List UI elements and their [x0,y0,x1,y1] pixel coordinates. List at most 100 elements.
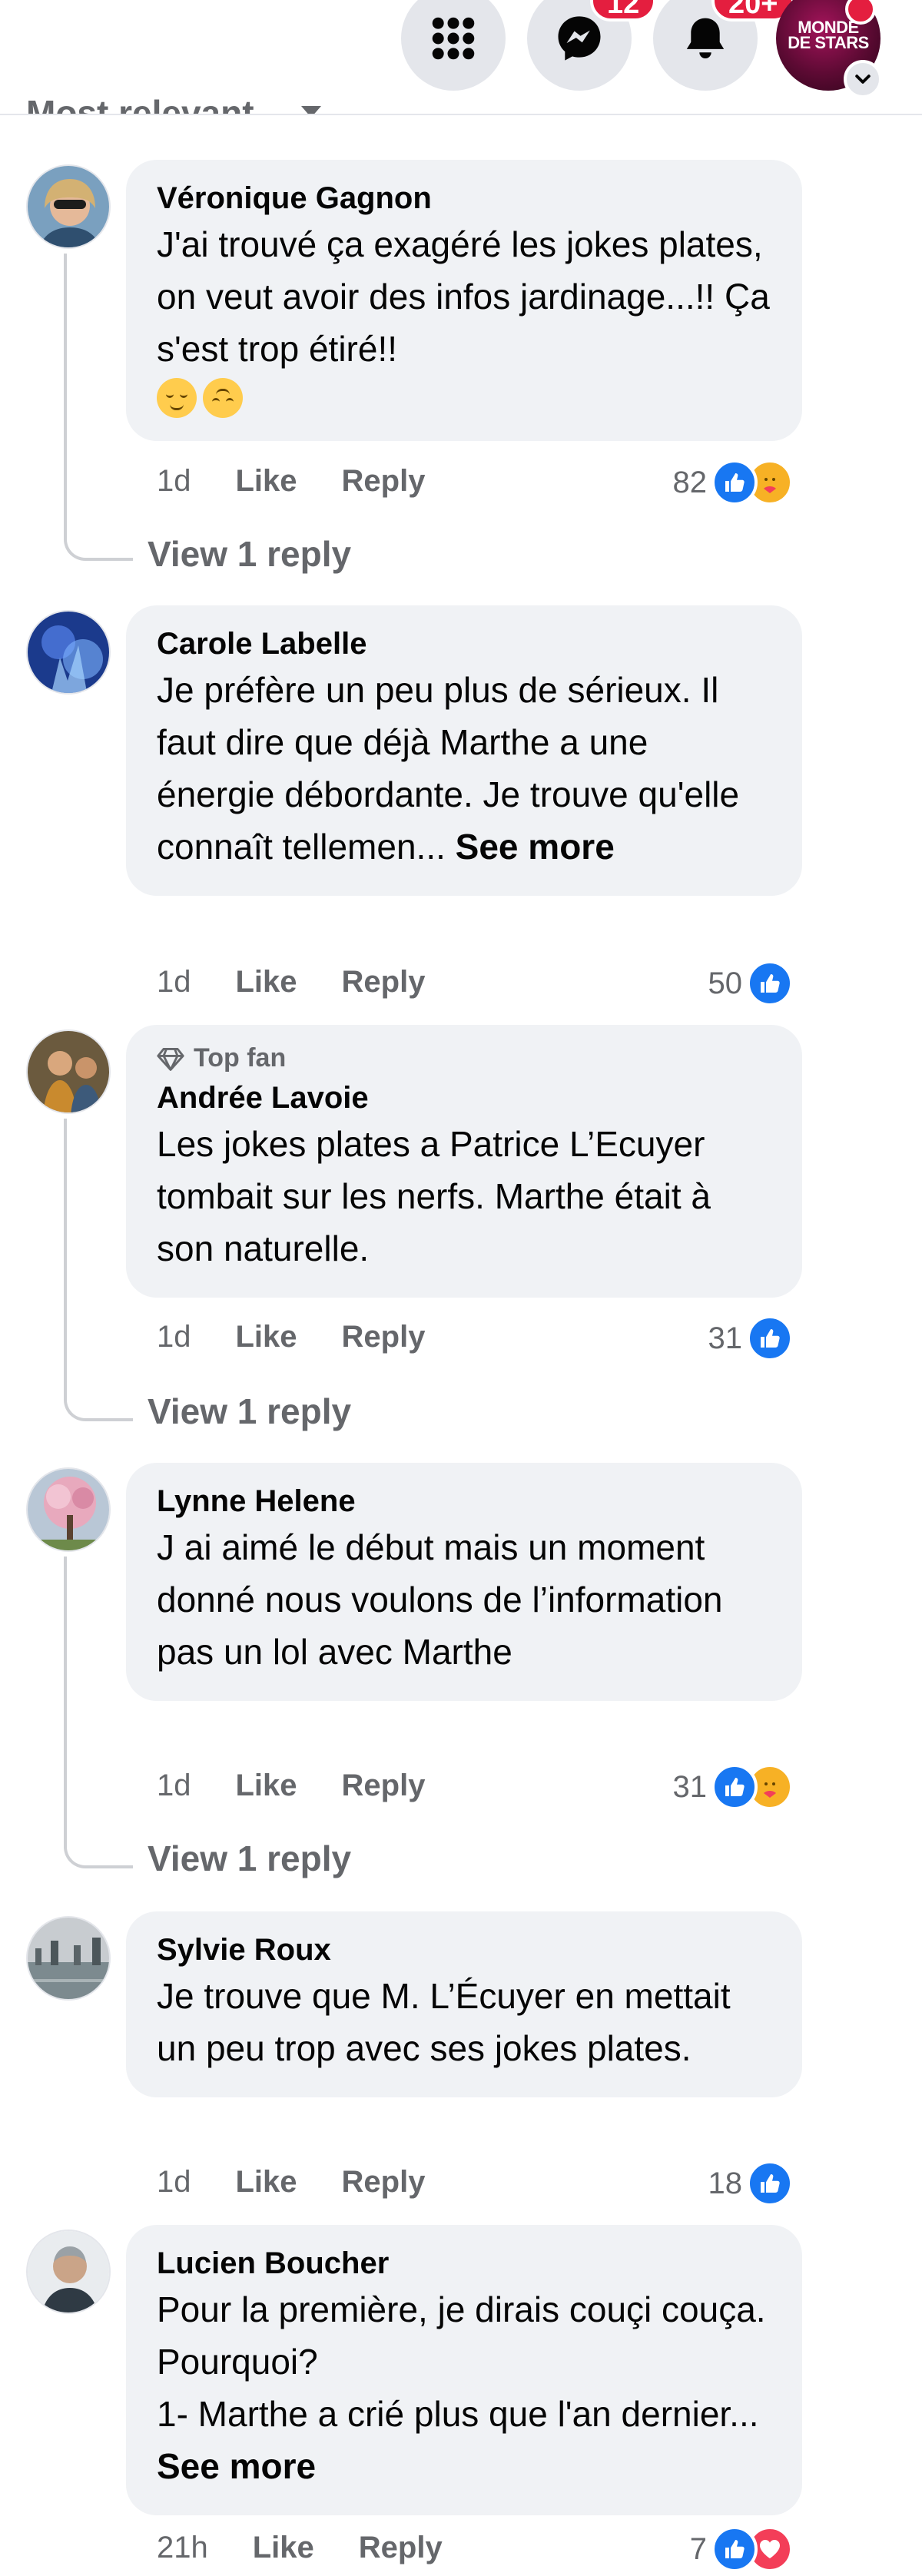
reaction-summary[interactable]: 50 [708,960,793,1006]
comment-bubble: Lucien Boucher Pour la première, je dira… [126,2225,802,2515]
comment-bubble: Sylvie Roux Je trouve que M. L’Écuyer en… [126,1911,802,2097]
like-reaction-icon [711,459,758,506]
comment-text-body: Pour la première, je dirais couçi couça.… [157,2289,766,2434]
reaction-count: 31 [672,1769,708,1804]
profile-logo-line2: DE STARS [788,33,869,52]
like-button[interactable]: Like [236,464,297,499]
top-fan-badge: Top fan [157,1043,771,1073]
comment-author[interactable]: Andrée Lavoie [157,1078,771,1118]
comment-text-body: Je préfère un peu plus de sérieux. Il fa… [157,670,740,867]
view-replies-link[interactable]: View 1 reply [148,1838,351,1879]
like-button[interactable]: Like [236,2165,297,2200]
grid-menu-icon [432,17,475,60]
comment-text: Pour la première, je dirais couçi couça.… [157,2283,771,2492]
diamond-icon [157,1047,184,1071]
menu-button[interactable] [401,0,506,91]
reaction-summary[interactable]: 31 [708,1315,793,1361]
like-reaction-icon [711,1764,758,1810]
comment-timestamp[interactable]: 1d [157,965,191,1000]
reply-button[interactable]: Reply [342,1769,426,1803]
chevron-down-icon [855,75,871,84]
profile-photo-icon [28,612,109,693]
reaction-summary[interactable]: 7 [690,2526,793,2572]
comment-timestamp[interactable]: 1d [157,2165,191,2200]
reply-thread-connector [64,1838,133,1868]
comment-actions: 1d Like Reply [157,1315,469,1358]
reaction-summary[interactable]: 31 [672,1764,793,1810]
reaction-summary[interactable]: 18 [708,2160,793,2206]
like-reaction-icon [747,2160,793,2206]
reply-thread-line [64,1119,67,1391]
reply-button[interactable]: Reply [342,965,426,1000]
reply-button[interactable]: Reply [342,464,426,499]
comment-text: J'ai trouvé ça exagéré les jokes plates,… [157,224,770,369]
like-button[interactable]: Like [236,1320,297,1354]
relieved-face-icon [157,378,197,418]
reaction-count: 31 [708,1321,743,1355]
avatar[interactable] [26,1467,111,1552]
see-more-link[interactable]: See more [157,2446,316,2486]
avatar[interactable] [26,164,111,249]
see-more-link[interactable]: See more [456,827,615,867]
comment-actions: 1d Like Reply [157,2160,469,2203]
comment-bubble: Top fan Andrée Lavoie Les jokes plates a… [126,1025,802,1298]
comment-actions: 1d Like Reply [157,459,469,502]
top-fan-label: Top fan [194,1043,287,1073]
comment-text: Je préfère un peu plus de sérieux. Il fa… [157,664,771,873]
comment-actions: 1d Like Reply [157,1764,469,1807]
messenger-icon [558,16,601,61]
reply-thread-connector [64,530,133,561]
comment-timestamp[interactable]: 1d [157,464,191,499]
reaction-count: 18 [708,2166,743,2200]
comment-author[interactable]: Lynne Helene [157,1481,771,1521]
reaction-count: 82 [672,465,708,499]
avatar[interactable] [26,610,111,695]
comment-timestamp[interactable]: 1d [157,1320,191,1354]
comment-text: Je trouve que M. L’Écuyer en mettait un … [157,1976,731,2068]
sort-dropdown-icon[interactable] [301,106,321,114]
reaction-count: 50 [708,966,743,1000]
avatar[interactable] [26,1916,111,2001]
avatar[interactable] [26,2230,111,2314]
comment-bubble: Carole Labelle Je préfère un peu plus de… [126,605,802,896]
top-navigation-bar: Most relevant 12 20+ MONDE DE STARS [0,0,922,115]
comment-actions: 1d Like Reply [157,960,469,1003]
profile-photo-icon [28,2231,109,2312]
avatar[interactable] [26,1029,111,1114]
reply-button[interactable]: Reply [342,1320,426,1354]
view-replies-link[interactable]: View 1 reply [148,1391,351,1432]
reply-button[interactable]: Reply [359,2531,443,2565]
profile-photo-icon [28,1469,109,1550]
like-reaction-icon [711,2526,758,2572]
comment-actions: 21h Like Reply [157,2526,487,2569]
comment-text: Les jokes plates a Patrice L’Ecuyer tomb… [157,1124,711,1268]
account-menu-button[interactable] [844,60,882,98]
comment-author[interactable]: Carole Labelle [157,624,771,664]
reaction-count: 7 [689,2531,707,2566]
reply-thread-connector [64,1391,133,1421]
bell-icon [686,18,725,58]
sort-comments-label[interactable]: Most relevant [26,92,254,114]
reply-thread-line [64,254,67,530]
like-button[interactable]: Like [253,2531,314,2565]
profile-photo-icon [28,1031,109,1112]
comment-author[interactable]: Sylvie Roux [157,1930,771,1970]
comment-timestamp[interactable]: 1d [157,1769,191,1803]
comment-bubble: Véronique Gagnon J'ai trouvé ça exagéré … [126,160,802,441]
profile-photo-icon [28,166,109,247]
comment-bubble: Lynne Helene J ai aimé le début mais un … [126,1463,802,1701]
like-button[interactable]: Like [236,965,297,1000]
comment-emojis [157,378,771,418]
comment-timestamp[interactable]: 21h [157,2531,208,2565]
like-reaction-icon [747,1315,793,1361]
comment-text: J ai aimé le début mais un moment donné … [157,1527,723,1672]
like-reaction-icon [747,960,793,1006]
reply-button[interactable]: Reply [342,2165,426,2200]
comment-author[interactable]: Véronique Gagnon [157,178,771,218]
comment-author[interactable]: Lucien Boucher [157,2243,771,2283]
like-button[interactable]: Like [236,1769,297,1803]
profile-photo-icon [28,1918,109,1999]
messenger-badge: 12 [590,0,657,22]
reaction-summary[interactable]: 82 [672,459,793,506]
view-replies-link[interactable]: View 1 reply [148,533,351,575]
